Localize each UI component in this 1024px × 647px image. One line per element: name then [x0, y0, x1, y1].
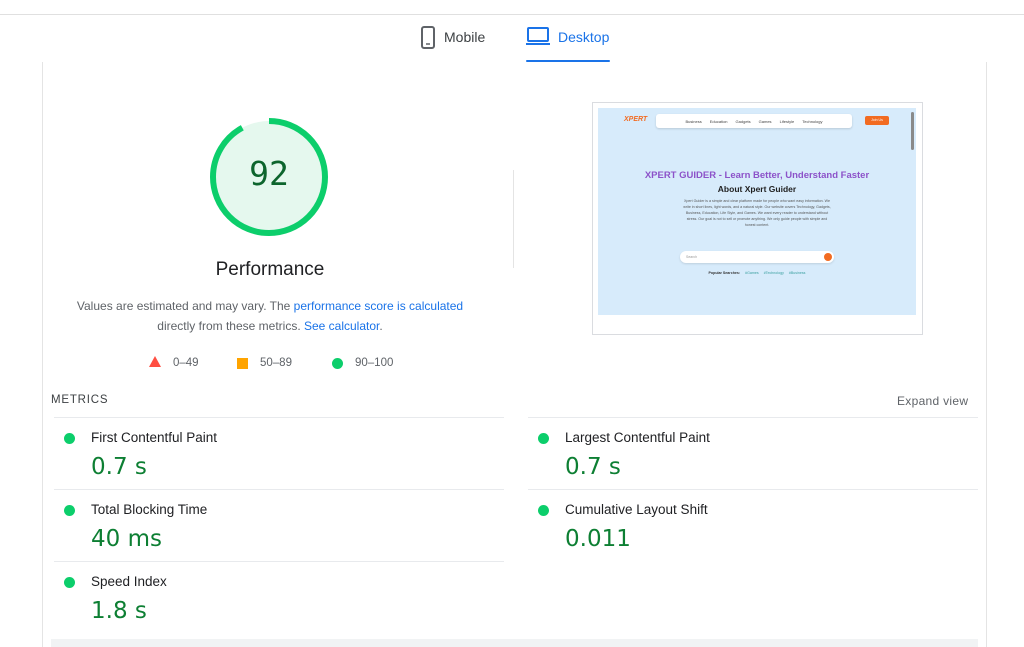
desc-middle: directly from these metrics. [157, 319, 304, 333]
screenshot-popular-item: #Business [788, 271, 806, 275]
pass-dot-icon [538, 505, 549, 516]
legend-pass: 90–100 [332, 355, 393, 371]
screenshot-nav-item: Education [709, 118, 728, 124]
screenshot-subheadline: About Xpert Guider [717, 184, 797, 194]
device-tabs: Mobile Desktop [0, 22, 1024, 62]
screenshot-headline: XPERT GUIDER - Learn Better, Understand … [644, 170, 870, 181]
screenshot-logo: XPERT [624, 116, 648, 123]
pass-dot-icon [538, 433, 549, 444]
performance-title: Performance [215, 259, 325, 280]
laptop-icon [526, 26, 550, 49]
see-calculator-link[interactable]: See calculator [304, 319, 379, 333]
metric-lcp: Largest Contentful Paint 0.7 s [528, 417, 978, 489]
metric-name: Speed Index [91, 574, 167, 589]
desc-suffix: . [379, 319, 383, 333]
legend-fail-label: 0–49 [173, 357, 199, 369]
metric-name: Largest Contentful Paint [565, 430, 710, 445]
pass-dot-icon [64, 505, 75, 516]
circle-icon [332, 357, 343, 369]
metric-value: 40 ms [91, 526, 162, 552]
pass-dot-icon [64, 577, 75, 588]
screenshot-search-icon [824, 253, 832, 261]
screenshot-popular-item: #Technology [763, 271, 784, 275]
screenshot-nav-item: Business [685, 118, 702, 124]
performance-gauge: 92 [207, 115, 331, 239]
metric-name: First Contentful Paint [91, 430, 218, 445]
metric-name: Total Blocking Time [91, 502, 208, 517]
tab-desktop[interactable]: Desktop [526, 26, 611, 62]
phone-icon [420, 26, 436, 53]
metric-value: 0.7 s [565, 454, 621, 480]
vertical-divider [513, 170, 514, 268]
expand-view-button[interactable]: Expand view [897, 394, 968, 408]
legend-average-label: 50–89 [260, 357, 292, 369]
screenshot-search-placeholder: Search [686, 255, 698, 259]
triangle-icon [149, 356, 161, 370]
tab-mobile-label: Mobile [444, 29, 486, 45]
screenshot-cta: Join Us [865, 116, 889, 125]
screenshot-popular-item: #Games [745, 271, 759, 275]
screenshot-paragraph: Xpert Guider is a simple and clear platf… [683, 199, 831, 227]
legend-fail: 0–49 [149, 355, 199, 371]
screenshot-nav-item: Gadgets [735, 118, 751, 124]
square-icon [237, 357, 248, 369]
tab-desktop-label: Desktop [558, 29, 610, 45]
screenshot-viewport: XPERT Business Education Gadgets Games L… [598, 108, 916, 315]
screenshot-nav: Business Education Gadgets Games Lifesty… [656, 114, 852, 128]
top-divider [0, 14, 1024, 15]
metric-fcp: First Contentful Paint 0.7 s [54, 417, 504, 489]
screenshot-popular-label: Popular Searches: [708, 271, 741, 275]
page-screenshot: XPERT Business Education Gadgets Games L… [592, 102, 923, 335]
desc-prefix: Values are estimated and may vary. The [76, 299, 294, 313]
pass-dot-icon [64, 433, 75, 444]
legend-average: 50–89 [237, 355, 292, 371]
screenshot-search: Search [680, 251, 834, 263]
screenshot-nav-item: Games [758, 118, 772, 124]
legend-pass-label: 90–100 [355, 357, 394, 369]
tab-mobile[interactable]: Mobile [420, 26, 485, 62]
metric-value: 0.011 [565, 526, 631, 552]
screenshot-nav-item: Lifestyle [779, 118, 795, 124]
metric-cls: Cumulative Layout Shift 0.011 [528, 489, 978, 561]
bottom-bar [51, 639, 978, 647]
score-calculated-link[interactable]: performance score is calculated [294, 299, 463, 313]
performance-description: Values are estimated and may vary. The p… [60, 296, 480, 336]
screenshot-popular: Popular Searches: #Games #Technology #Bu… [598, 271, 916, 275]
performance-score: 92 [249, 154, 289, 193]
metric-value: 1.8 s [91, 598, 147, 624]
metric-si: Speed Index 1.8 s [54, 561, 504, 633]
metrics-heading: METRICS [51, 394, 109, 406]
metric-name: Cumulative Layout Shift [565, 502, 708, 517]
metric-tbt: Total Blocking Time 40 ms [54, 489, 504, 561]
metric-value: 0.7 s [91, 454, 147, 480]
screenshot-nav-item: Technology [802, 118, 823, 124]
screenshot-scrollbar [911, 112, 914, 150]
